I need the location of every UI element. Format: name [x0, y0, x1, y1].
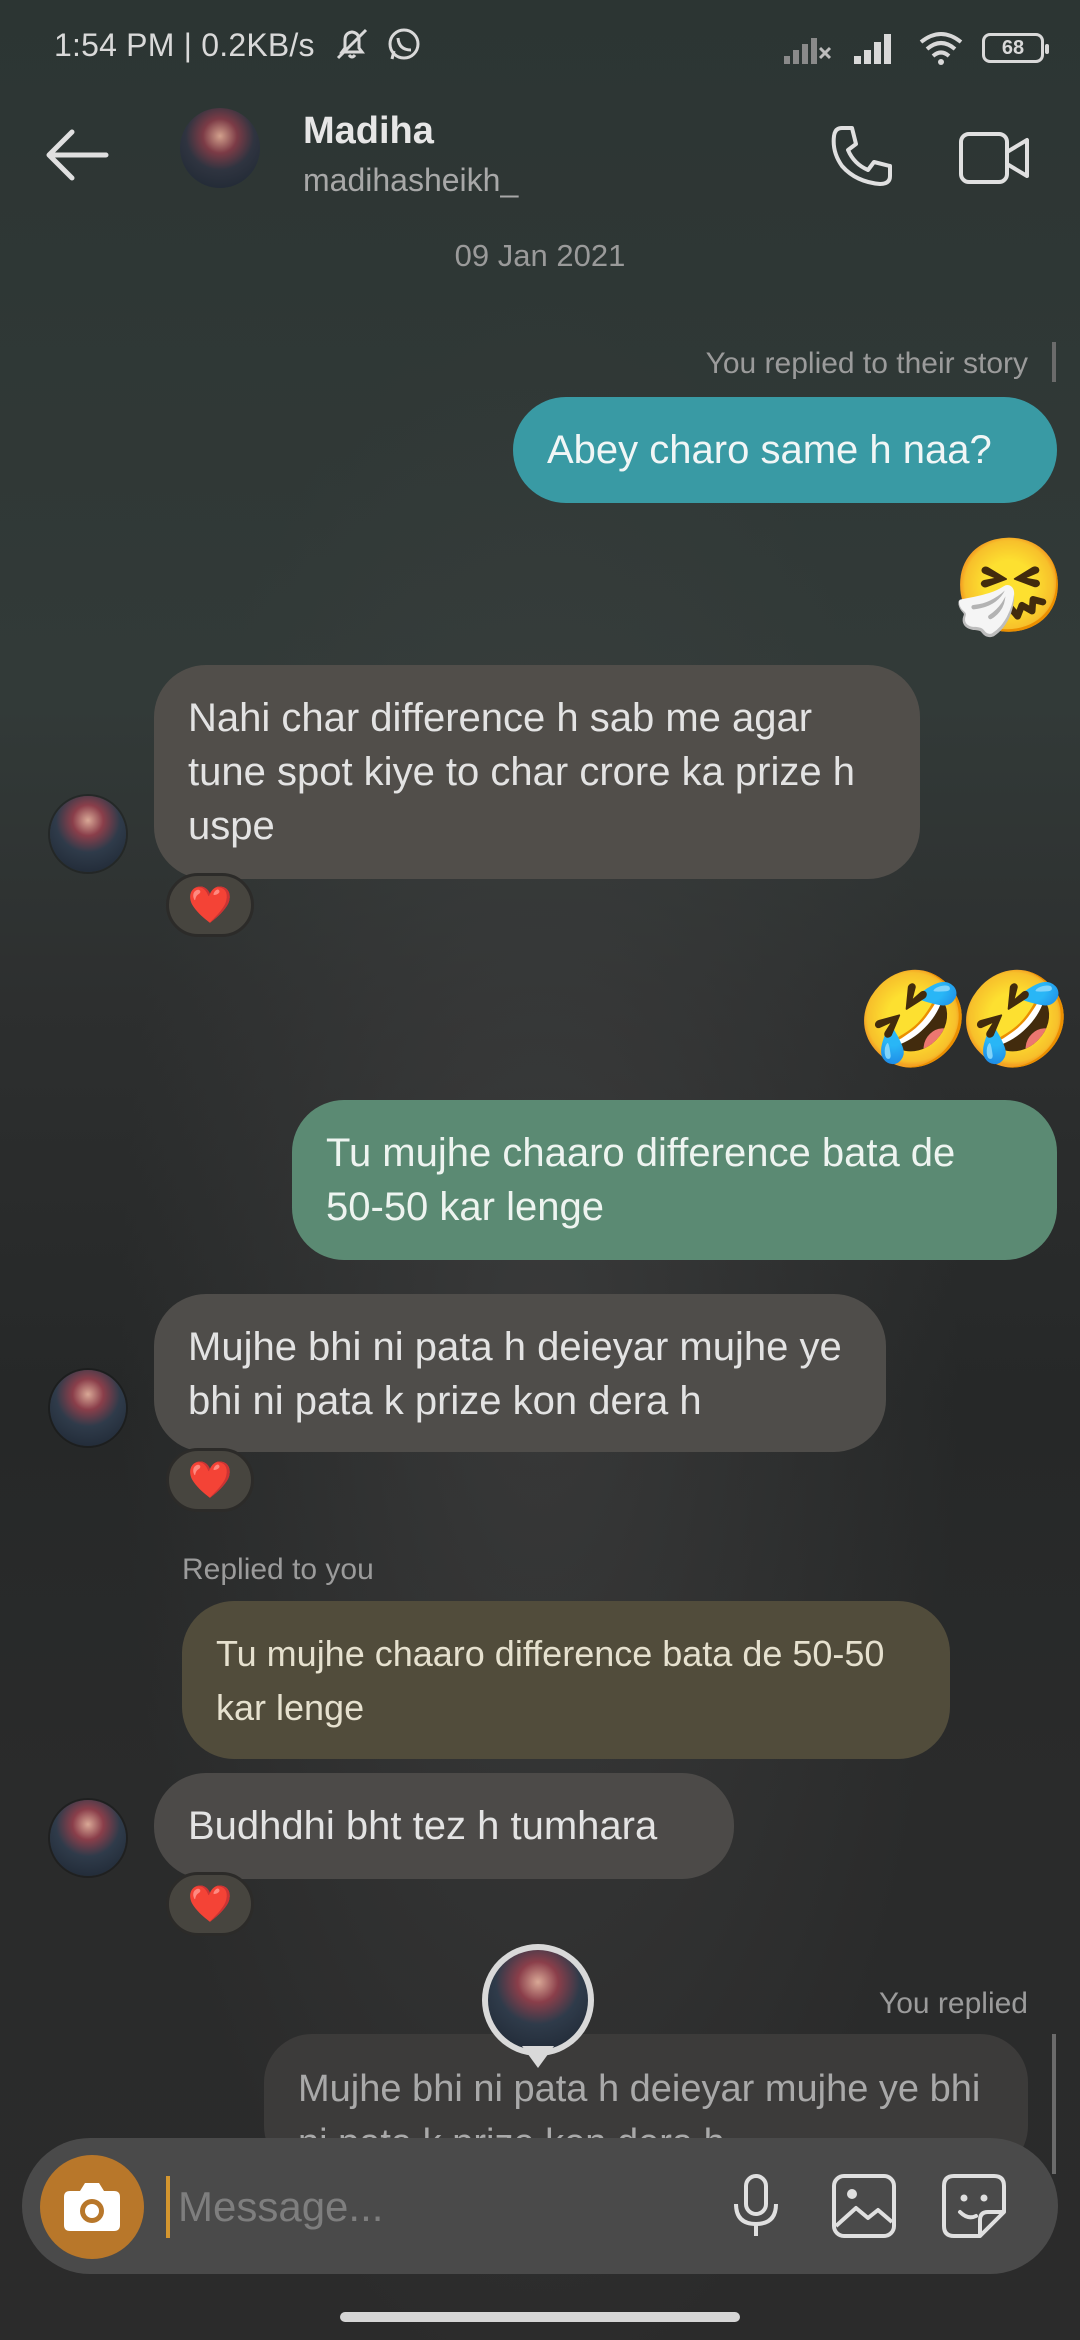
back-button[interactable]	[40, 120, 120, 190]
seen-avatar-pointer	[522, 2046, 554, 2068]
header-avatar[interactable]	[180, 108, 260, 188]
emoji-laugh-2[interactable]: 🤣	[958, 970, 1073, 1070]
camera-icon	[64, 2183, 120, 2231]
arrow-left-icon	[46, 129, 109, 181]
seen-avatar	[482, 1944, 594, 2056]
sender-avatar[interactable]	[50, 1800, 126, 1876]
microphone-icon	[734, 2174, 778, 2236]
heart-icon: ❤️	[187, 884, 233, 925]
status-icons: 68	[782, 26, 1049, 70]
whatsapp-icon	[388, 28, 420, 60]
battery-level: 68	[1001, 36, 1025, 59]
voice-message-button[interactable]	[720, 2170, 792, 2242]
message-in-2[interactable]: Mujhe bhi ni pata h deieyar mujhe ye bhi…	[154, 1294, 886, 1452]
sticker-icon	[942, 2174, 1006, 2238]
signal-no-icon	[784, 38, 832, 64]
you-replied-label: You replied	[878, 1987, 1028, 2020]
battery-icon: 68	[982, 33, 1049, 63]
message-out-1[interactable]: Abey charo same h naa?	[513, 397, 1057, 503]
heart-icon: ❤️	[187, 1459, 233, 1500]
status-time-text: 1:54 PM | 0.2KB/s	[54, 27, 315, 63]
home-indicator[interactable]	[340, 2312, 740, 2322]
heart-reaction[interactable]: ❤️	[166, 1872, 254, 1936]
wifi-icon	[919, 32, 963, 65]
contact-username[interactable]: madihasheikh_	[303, 162, 518, 199]
heart-reaction[interactable]: ❤️	[166, 873, 254, 937]
signal-icon	[854, 34, 891, 64]
heart-icon: ❤️	[187, 1883, 233, 1924]
image-icon	[832, 2174, 896, 2238]
story-reply-bar	[1052, 342, 1056, 382]
emoji-sneeze-message[interactable]: 🤧	[952, 536, 1067, 636]
contact-name[interactable]: Madiha	[303, 110, 434, 153]
message-input[interactable]	[166, 2176, 700, 2238]
date-separator: 09 Jan 2021	[454, 238, 626, 273]
message-out-2[interactable]: Tu mujhe chaaro difference bata de 50-50…	[292, 1100, 1057, 1260]
video-call-button[interactable]	[955, 118, 1035, 198]
video-camera-icon	[959, 132, 1029, 184]
status-time: 1:54 PM | 0.2KB/s	[54, 26, 423, 64]
sender-avatar[interactable]	[50, 796, 126, 872]
replied-to-you-label: Replied to you	[182, 1553, 374, 1586]
camera-button[interactable]	[40, 2155, 144, 2259]
message-in-3[interactable]: Budhdhi bht tez h tumhara	[154, 1773, 734, 1879]
sender-avatar[interactable]	[50, 1370, 126, 1446]
heart-reaction[interactable]: ❤️	[166, 1448, 254, 1512]
voice-call-button[interactable]	[820, 118, 900, 198]
mute-bell-icon	[336, 28, 367, 60]
quoted-message[interactable]: Tu mujhe chaaro difference bata de 50-50…	[182, 1601, 950, 1759]
gallery-button[interactable]	[828, 2170, 900, 2242]
sticker-button[interactable]	[938, 2170, 1010, 2242]
phone-icon	[831, 126, 892, 186]
story-reply-label: You replied to their story	[705, 347, 1028, 380]
you-replied-bar	[1052, 2034, 1056, 2174]
message-in-1[interactable]: Nahi char difference h sab me agar tune …	[154, 665, 920, 879]
emoji-laugh-1[interactable]: 🤣	[856, 970, 971, 1070]
